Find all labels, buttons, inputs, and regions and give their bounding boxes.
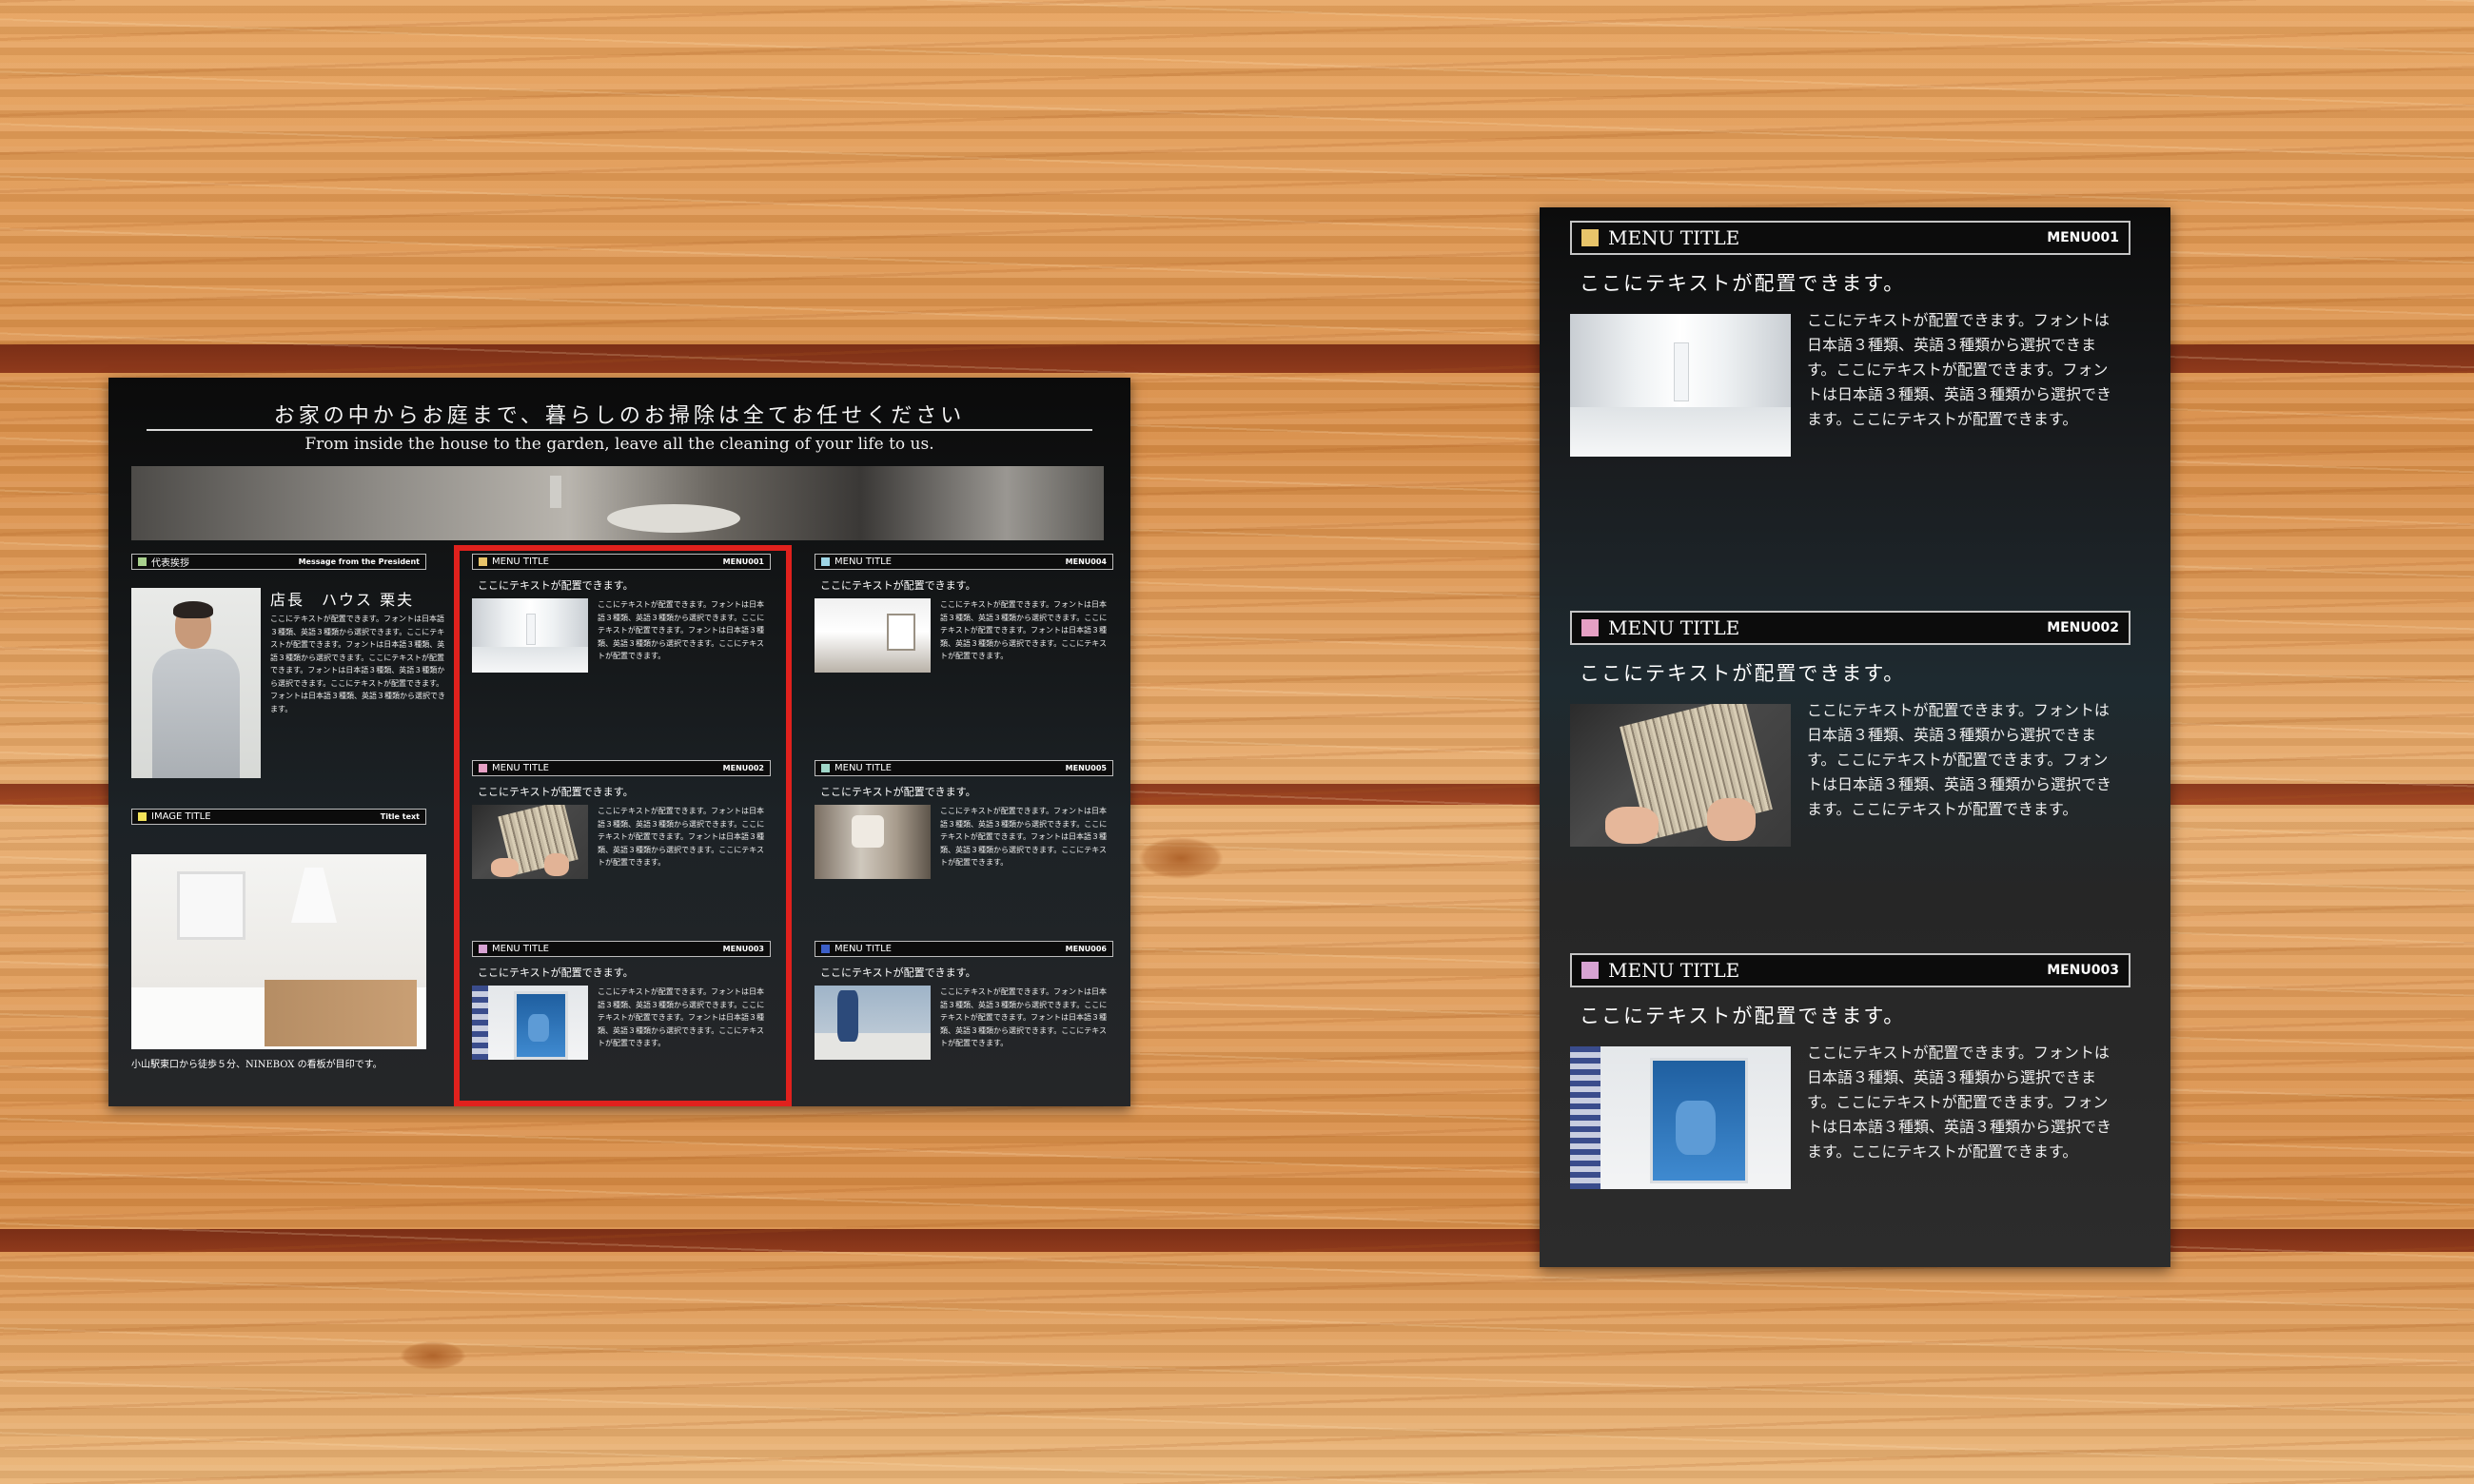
president-section-bar: 代表挨拶 Message from the President xyxy=(131,554,426,570)
menu-code: MENU006 xyxy=(1065,945,1107,953)
menu-square xyxy=(1581,229,1599,246)
menu-intro: ここにテキストが配置できます。 xyxy=(1580,272,1906,295)
menu-intro: ここにテキストが配置できます。 xyxy=(820,786,976,798)
menu-title: MENU TITLE xyxy=(1608,616,1740,639)
panel-menu-bar-003: MENU TITLE MENU003 xyxy=(1570,953,2130,987)
selection-highlight-frame xyxy=(454,545,792,1106)
image-section-bar: IMAGE TITLE Title text xyxy=(131,809,426,825)
menu-code: MENU005 xyxy=(1065,764,1107,772)
menu-body: ここにテキストが配置できます。フォントは日本語３種類、英語３種類から選択できます… xyxy=(1807,701,2112,818)
image-caption: 小山駅東口から徒歩５分、NINEBOX の看板が目印です。 xyxy=(131,1060,383,1070)
building-worker-image xyxy=(815,986,931,1060)
menu-code: MENU001 xyxy=(2047,230,2119,245)
menu-body: ここにテキストが配置できます。フォントは日本語３種類、英語３種類から選択できます… xyxy=(940,807,1108,867)
panel-menu-bar-001: MENU TITLE MENU001 xyxy=(1570,221,2130,255)
menu-body: ここにテキストが配置できます。フォントは日本語３種類、英語３種類から選択できます… xyxy=(1807,311,2112,428)
menu-square xyxy=(1581,962,1599,979)
menu-title: MENU TITLE xyxy=(1608,959,1740,982)
image-bar-label: IMAGE TITLE xyxy=(151,811,211,822)
menu-bar-004: MENU TITLE MENU004 xyxy=(815,554,1113,570)
menu-code: MENU003 xyxy=(2047,963,2119,978)
menu-code: MENU002 xyxy=(2047,620,2119,635)
bathroom-image xyxy=(815,805,931,879)
menu-code: MENU004 xyxy=(1065,557,1107,566)
menu-square xyxy=(821,764,830,772)
menu-square xyxy=(821,945,830,953)
hallway-image xyxy=(1570,314,1791,457)
menu-body: ここにテキストが配置できます。フォントは日本語３種類、英語３種類から選択できます… xyxy=(940,600,1108,660)
menu-bar-006: MENU TITLE MENU006 xyxy=(815,941,1113,957)
image-bar-sub: Title text xyxy=(380,812,420,821)
wood-knot xyxy=(400,1341,466,1370)
bathroom-banner-image xyxy=(131,466,1104,540)
wood-knot xyxy=(1138,837,1224,879)
kitchen-image xyxy=(131,854,426,1049)
menu-body: ここにテキストが配置できます。フォントは日本語３種類、英語３種類から選択できます… xyxy=(1807,1044,2112,1161)
headline-divider xyxy=(147,429,1092,431)
menu-body: ここにテキストが配置できます。フォントは日本語３種類、英語３種類から選択できます… xyxy=(940,987,1108,1047)
lobby-image xyxy=(815,598,931,673)
filter-cleaning-image xyxy=(1570,704,1791,847)
president-message: ここにテキストが配置できます。フォントは日本語３種類、英語３種類から選択できます… xyxy=(270,615,445,713)
menu-intro: ここにテキストが配置できます。 xyxy=(820,967,976,979)
menu-title: MENU TITLE xyxy=(1608,226,1740,249)
president-name: 店長 ハウス 栗夫 xyxy=(270,591,415,609)
menu-intro: ここにテキストが配置できます。 xyxy=(1580,662,1906,685)
menu-square xyxy=(1581,619,1599,636)
flyer-headline: お家の中からお庭まで、暮らしのお掃除は全てお任せください xyxy=(273,404,966,428)
menu-title: MENU TITLE xyxy=(834,556,892,567)
menu-square xyxy=(821,557,830,566)
image-square xyxy=(138,812,147,821)
panel-menu-bar-002: MENU TITLE MENU002 xyxy=(1570,611,2130,645)
menu-intro: ここにテキストが配置できます。 xyxy=(820,579,976,592)
president-photo xyxy=(131,588,261,778)
menu-title: MENU TITLE xyxy=(834,763,892,773)
flyer-subline: From inside the house to the garden, lea… xyxy=(304,435,934,454)
window-cleaning-image xyxy=(1570,1046,1791,1189)
menu-intro: ここにテキストが配置できます。 xyxy=(1580,1005,1906,1027)
president-square xyxy=(138,557,147,566)
zoomed-menu-panel: MENU TITLE MENU001 ここにテキストが配置できます。 ここにテキ… xyxy=(1540,207,2170,1267)
president-bar-sub: Message from the President xyxy=(298,557,420,566)
president-bar-label: 代表挨拶 xyxy=(151,558,189,569)
menu-title: MENU TITLE xyxy=(834,944,892,954)
menu-bar-005: MENU TITLE MENU005 xyxy=(815,760,1113,776)
